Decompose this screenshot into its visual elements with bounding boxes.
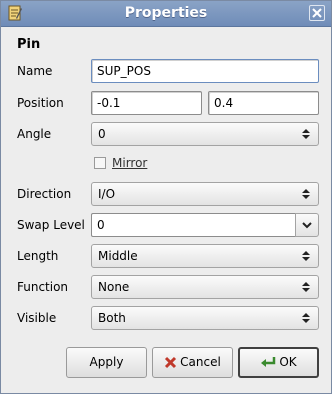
updown-arrow-icon <box>302 189 310 199</box>
properties-dialog: Properties Pin Name SUP_POS Position -0.… <box>0 0 332 394</box>
direction-select[interactable]: I/O <box>91 182 319 206</box>
cancel-button[interactable]: Cancel <box>152 347 233 378</box>
name-field[interactable]: SUP_POS <box>91 59 319 83</box>
ok-button-label: OK <box>279 355 297 369</box>
close-icon[interactable] <box>309 5 325 21</box>
updown-arrow-icon <box>302 251 310 261</box>
angle-label: Angle <box>17 127 52 141</box>
length-label: Length <box>17 249 59 263</box>
angle-select[interactable]: 0 <box>91 122 319 146</box>
cancel-button-label: Cancel <box>180 355 221 369</box>
function-value: None <box>98 280 130 294</box>
updown-arrow-icon <box>302 313 310 323</box>
position-label: Position <box>17 96 64 110</box>
direction-label: Direction <box>17 187 72 201</box>
section-title: Pin <box>17 37 41 52</box>
direction-value: I/O <box>98 187 116 201</box>
name-label: Name <box>17 64 53 78</box>
swap-level-combo: 0 <box>91 213 319 237</box>
updown-arrow-icon <box>302 282 310 292</box>
chevron-down-icon <box>302 222 312 229</box>
window-title: Properties <box>124 5 208 21</box>
cancel-icon <box>165 356 177 369</box>
apply-button[interactable]: Apply <box>66 347 147 378</box>
swap-level-label: Swap Level <box>17 218 85 232</box>
ok-button[interactable]: OK <box>238 347 319 378</box>
function-select[interactable]: None <box>91 275 319 299</box>
title-bar[interactable]: Properties <box>1 1 331 27</box>
length-value: Middle <box>98 249 138 263</box>
apply-button-label: Apply <box>89 355 124 369</box>
position-y-field[interactable]: 0.4 <box>208 91 319 115</box>
function-label: Function <box>17 280 69 294</box>
mirror-label[interactable]: Mirror <box>112 156 147 170</box>
position-x-field[interactable]: -0.1 <box>91 91 202 115</box>
swap-level-input[interactable]: 0 <box>91 213 295 237</box>
visible-value: Both <box>98 311 126 325</box>
mirror-checkbox[interactable] <box>94 157 106 169</box>
visible-label: Visible <box>17 311 57 325</box>
return-arrow-icon <box>261 357 276 367</box>
visible-select[interactable]: Both <box>91 306 319 330</box>
angle-value: 0 <box>98 127 106 141</box>
swap-level-dropdown-button[interactable] <box>295 213 319 237</box>
length-select[interactable]: Middle <box>91 244 319 268</box>
updown-arrow-icon <box>302 129 310 139</box>
